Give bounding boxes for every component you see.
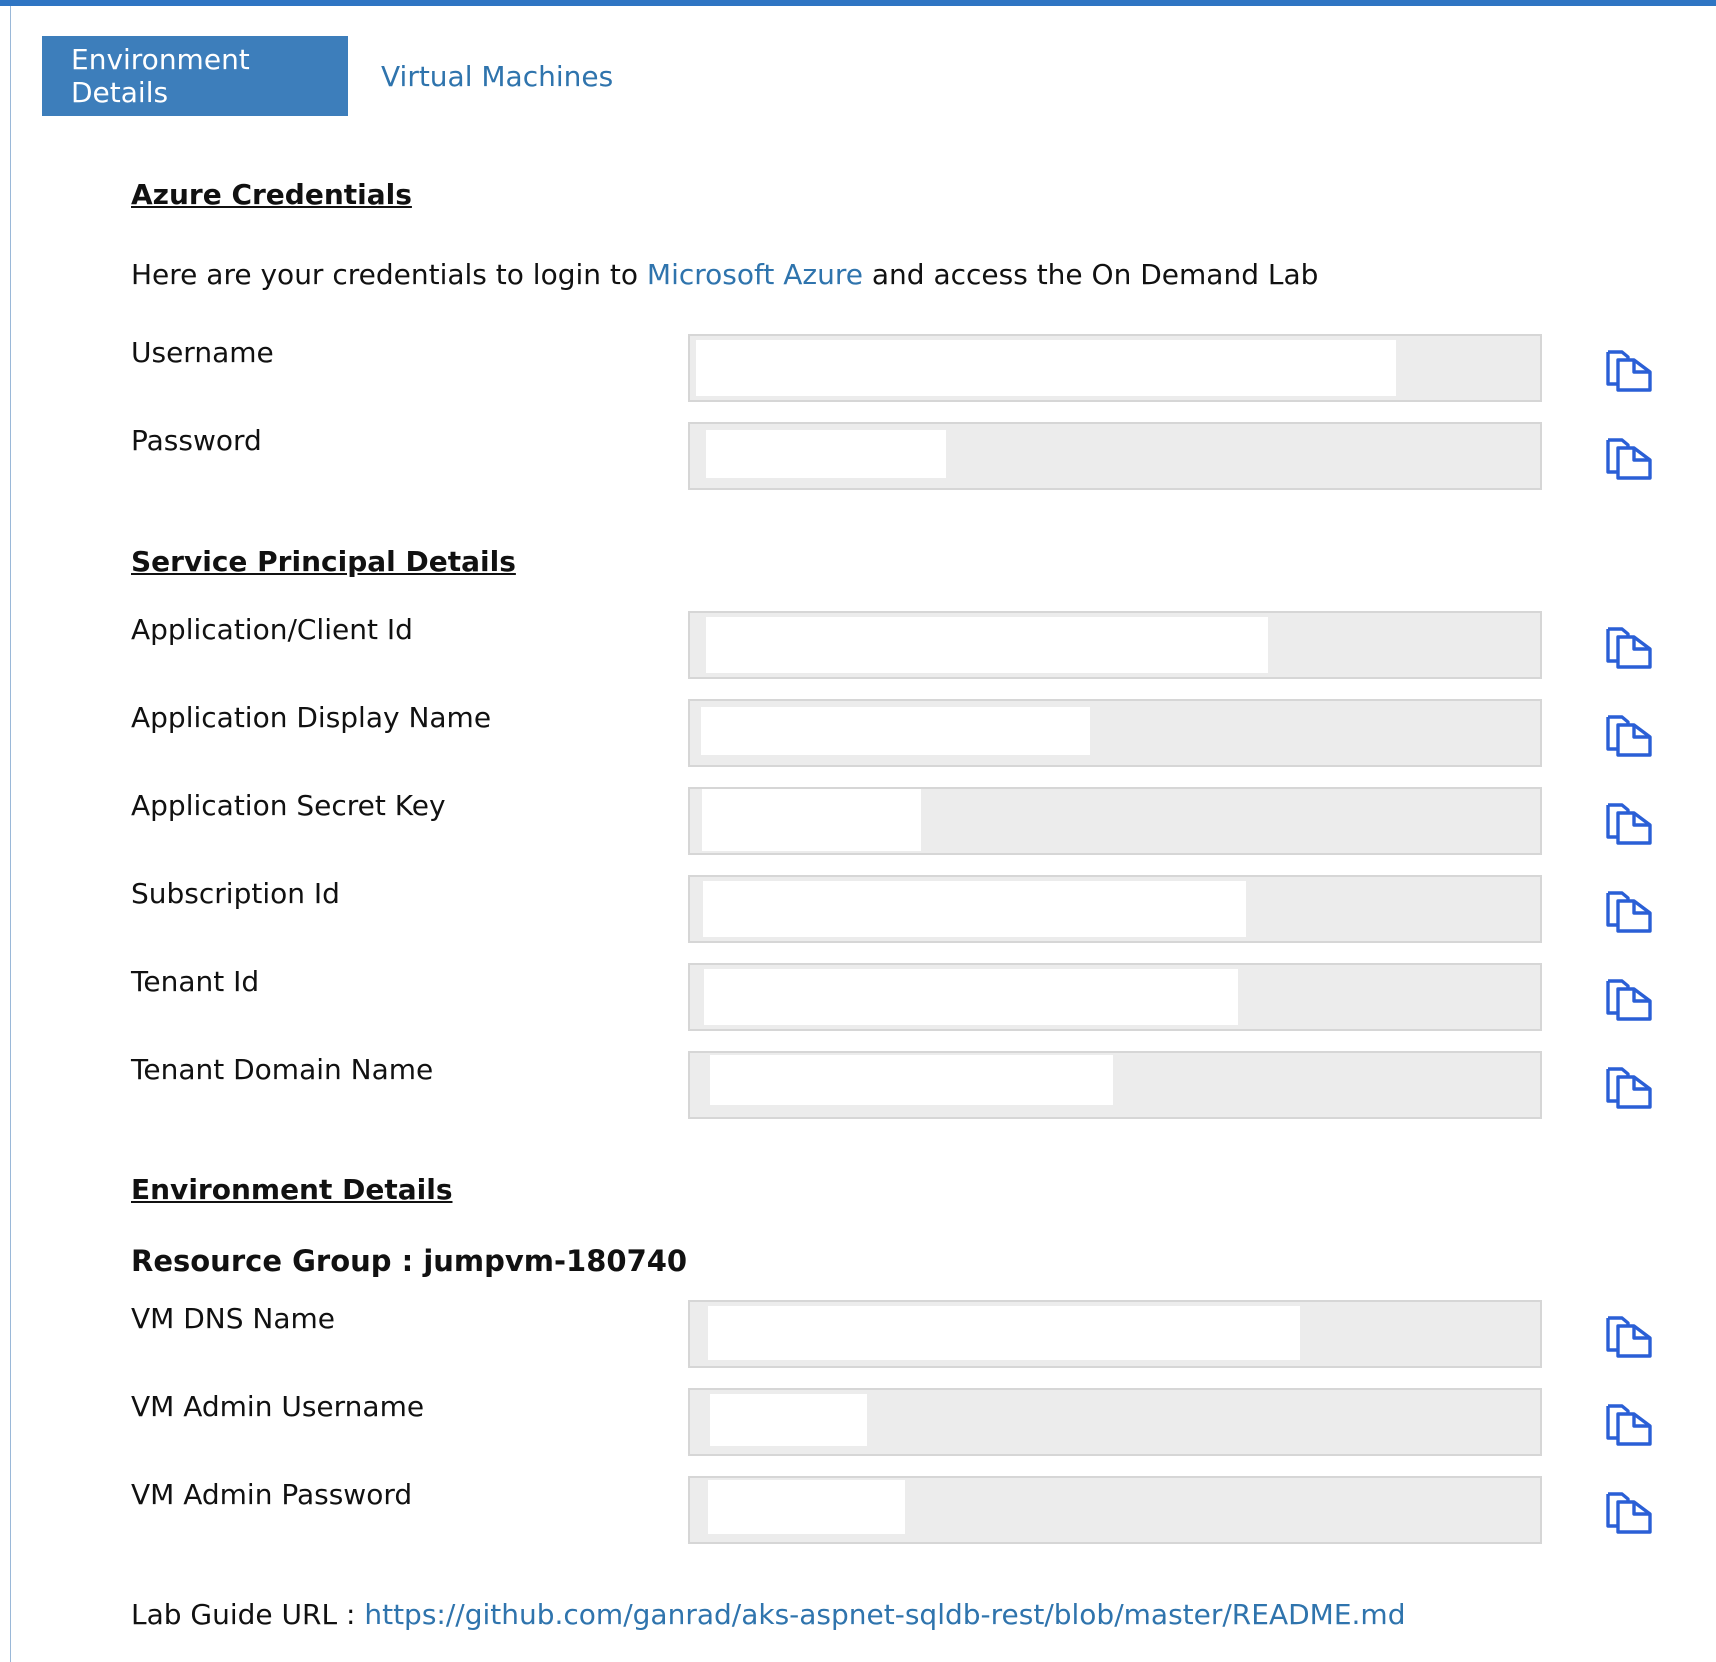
secret-key-value xyxy=(702,789,921,851)
azure-credentials-heading: Azure Credentials xyxy=(131,178,412,211)
vm-admin-username-value xyxy=(710,1394,867,1446)
tenant-domain-field[interactable] xyxy=(688,1051,1542,1119)
resource-group-value: jumpvm-180740 xyxy=(423,1244,688,1278)
copy-icon xyxy=(1606,715,1652,757)
credentials-intro: Here are your credentials to login to Mi… xyxy=(131,258,1318,291)
environment-details-heading: Environment Details xyxy=(131,1173,453,1206)
vm-admin-password-field[interactable] xyxy=(688,1476,1542,1544)
tenant-domain-value xyxy=(710,1055,1113,1105)
username-label: Username xyxy=(131,336,274,369)
subscription-id-row: Subscription Id xyxy=(131,875,1652,943)
vm-admin-username-field[interactable] xyxy=(688,1388,1542,1456)
client-id-row: Application/Client Id xyxy=(131,611,1652,679)
vm-admin-username-label: VM Admin Username xyxy=(131,1390,425,1423)
display-name-label: Application Display Name xyxy=(131,701,492,734)
client-id-label: Application/Client Id xyxy=(131,613,413,646)
vm-dns-field[interactable] xyxy=(688,1300,1542,1368)
username-row: Username xyxy=(131,334,1652,402)
intro-suffix: and access the On Demand Lab xyxy=(862,258,1319,291)
copy-password-button[interactable] xyxy=(1600,428,1658,486)
tenant-id-value xyxy=(704,969,1238,1025)
copy-icon xyxy=(1606,803,1652,845)
resource-group-label: Resource Group : xyxy=(131,1244,424,1278)
copy-icon xyxy=(1606,891,1652,933)
left-border xyxy=(10,6,11,1662)
secret-key-label: Application Secret Key xyxy=(131,789,446,822)
copy-display-name-button[interactable] xyxy=(1600,705,1658,763)
copy-subscription-id-button[interactable] xyxy=(1600,881,1658,939)
display-name-field[interactable] xyxy=(688,699,1542,767)
password-field[interactable] xyxy=(688,422,1542,490)
copy-username-button[interactable] xyxy=(1600,340,1658,398)
vm-dns-label: VM DNS Name xyxy=(131,1302,335,1335)
vm-dns-row: VM DNS Name xyxy=(131,1300,1652,1368)
subscription-id-field[interactable] xyxy=(688,875,1542,943)
copy-icon xyxy=(1606,438,1652,480)
copy-icon xyxy=(1606,1492,1652,1534)
intro-prefix: Here are your credentials to login to xyxy=(131,258,647,291)
display-name-value xyxy=(701,707,1090,755)
tenant-domain-label: Tenant Domain Name xyxy=(131,1053,434,1086)
username-field[interactable] xyxy=(688,334,1542,402)
tenant-id-label: Tenant Id xyxy=(131,965,260,998)
copy-vm-admin-username-button[interactable] xyxy=(1600,1394,1658,1452)
display-name-row: Application Display Name xyxy=(131,699,1652,767)
subscription-id-label: Subscription Id xyxy=(131,877,340,910)
copy-icon xyxy=(1606,350,1652,392)
copy-tenant-domain-button[interactable] xyxy=(1600,1057,1658,1115)
environment-details-panel: Azure Credentials Here are your credenti… xyxy=(131,0,1652,1662)
tenant-id-row: Tenant Id xyxy=(131,963,1652,1031)
secret-key-row: Application Secret Key xyxy=(131,787,1652,855)
password-label: Password xyxy=(131,424,262,457)
vm-admin-password-value xyxy=(708,1480,905,1534)
tenant-id-field[interactable] xyxy=(688,963,1542,1031)
copy-icon xyxy=(1606,979,1652,1021)
lab-guide-label: Lab Guide URL : xyxy=(131,1598,365,1631)
service-principal-heading: Service Principal Details xyxy=(131,545,516,578)
microsoft-azure-link[interactable]: Microsoft Azure xyxy=(647,258,863,291)
lab-guide-line: Lab Guide URL : https://github.com/ganra… xyxy=(131,1598,1405,1631)
password-value xyxy=(706,430,946,478)
client-id-value xyxy=(706,617,1268,673)
vm-admin-password-row: VM Admin Password xyxy=(131,1476,1652,1544)
tenant-domain-row: Tenant Domain Name xyxy=(131,1051,1652,1119)
copy-vm-dns-button[interactable] xyxy=(1600,1306,1658,1364)
vm-dns-value xyxy=(708,1306,1300,1360)
subscription-id-value xyxy=(703,881,1246,937)
password-row: Password xyxy=(131,422,1652,490)
copy-vm-admin-password-button[interactable] xyxy=(1600,1482,1658,1540)
username-value xyxy=(696,340,1396,396)
client-id-field[interactable] xyxy=(688,611,1542,679)
resource-group-line: Resource Group : jumpvm-180740 xyxy=(131,1244,687,1278)
copy-icon xyxy=(1606,627,1652,669)
copy-icon xyxy=(1606,1316,1652,1358)
secret-key-field[interactable] xyxy=(688,787,1542,855)
copy-icon xyxy=(1606,1404,1652,1446)
copy-tenant-id-button[interactable] xyxy=(1600,969,1658,1027)
vm-admin-username-row: VM Admin Username xyxy=(131,1388,1652,1456)
lab-guide-link[interactable]: https://github.com/ganrad/aks-aspnet-sql… xyxy=(364,1598,1405,1631)
copy-icon xyxy=(1606,1067,1652,1109)
copy-client-id-button[interactable] xyxy=(1600,617,1658,675)
copy-secret-key-button[interactable] xyxy=(1600,793,1658,851)
vm-admin-password-label: VM Admin Password xyxy=(131,1478,413,1511)
